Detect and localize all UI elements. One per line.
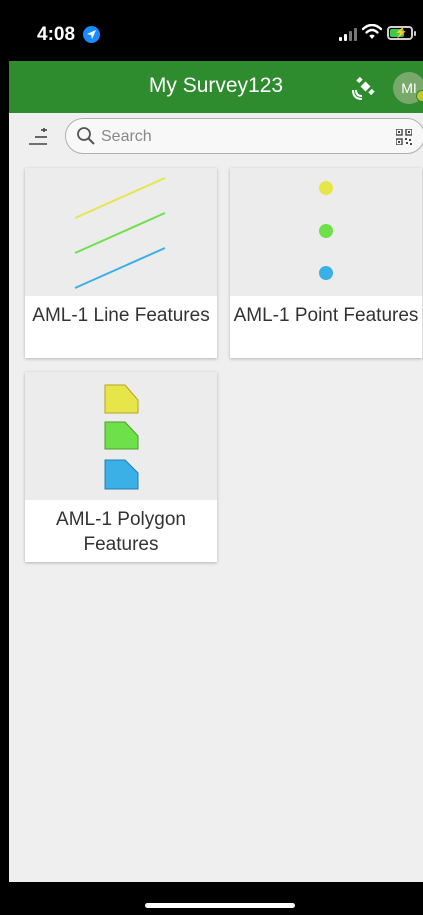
app-bar: My Survey123 MI: [9, 61, 423, 113]
survey-title: AML-1 Polygon Features: [25, 500, 217, 562]
search-placeholder: Search: [101, 128, 152, 145]
qr-code-scanner-icon[interactable]: [396, 129, 412, 145]
polygon-features-thumbnail-icon: [104, 384, 139, 490]
satellite-gps-icon[interactable]: [352, 74, 378, 100]
home-indicator[interactable]: [145, 903, 295, 908]
user-avatar[interactable]: MI: [393, 72, 423, 104]
avatar-initials: MI: [401, 80, 417, 96]
status-bar: 4:08 ⚡: [9, 0, 423, 61]
search-icon: [77, 127, 95, 145]
survey-card-point-features[interactable]: AML-1 Point Features: [230, 168, 422, 358]
status-time: 4:08: [37, 24, 76, 45]
battery-charging-icon: ⚡: [387, 26, 416, 40]
line-features-thumbnail-icon: [74, 177, 166, 289]
location-arrow-icon: [83, 26, 100, 43]
home-indicator-bar: [9, 882, 423, 915]
survey-card-polygon-features[interactable]: AML-1 Polygon Features: [25, 372, 217, 562]
sort-icon[interactable]: [28, 127, 50, 149]
survey-thumbnail: [25, 372, 217, 500]
survey-card-line-features[interactable]: AML-1 Line Features: [25, 168, 217, 358]
survey-thumbnail: [25, 168, 217, 296]
search-input[interactable]: Search: [65, 118, 423, 154]
online-status-dot: [416, 90, 423, 102]
survey-title: AML-1 Line Features: [25, 296, 217, 358]
wifi-icon: [362, 24, 382, 39]
point-features-thumbnail-icon: [319, 181, 333, 280]
survey-thumbnail: [230, 168, 422, 296]
phone-screen: 4:08 ⚡ My Survey123 MI Search AML-1 Line…: [9, 0, 423, 915]
cellular-signal-icon: [339, 28, 357, 41]
survey-title: AML-1 Point Features: [230, 296, 422, 358]
search-row: Search: [9, 113, 423, 161]
